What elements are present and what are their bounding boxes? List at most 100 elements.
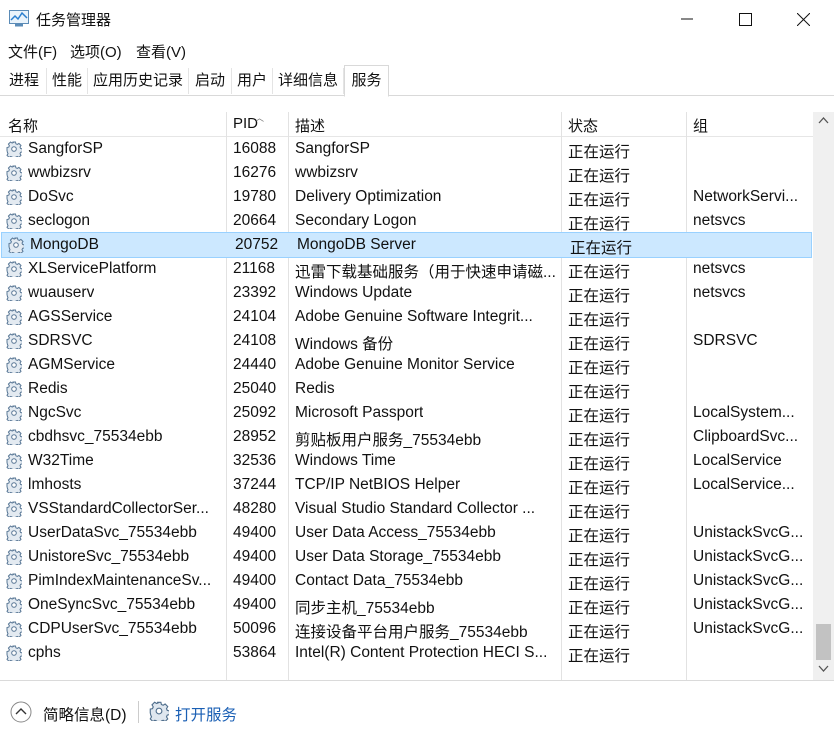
service-pid: 28952 [233,428,277,445]
service-status: 正在运行 [568,264,631,281]
service-gear-icon [6,261,22,277]
service-status: 正在运行 [570,240,633,257]
scroll-up-icon[interactable] [818,116,829,124]
vertical-scrollbar[interactable] [813,112,834,680]
service-row[interactable]: CDPUserSvc_75534ebb 50096 连接设备平台用户服务_75534… [0,617,813,641]
service-pid: 49400 [233,524,277,541]
service-row[interactable]: DoSvc 19780 Delivery Optimization 正在运行 Netwo… [0,185,813,209]
service-row[interactable]: NgcSvc 25092 Microsoft Passport 正在运行 LocalSy… [0,401,813,425]
service-row[interactable]: SangforSP 16088 SangforSP 正在运行 [0,137,813,161]
service-gear-icon [6,645,22,661]
service-group: UnistackSvcG... [693,596,804,613]
service-name: AGSService [28,308,113,325]
service-pid: 50096 [233,620,277,637]
service-name: MongoDB [30,236,99,253]
scrollbar-thumb[interactable] [816,624,831,660]
service-name: CDPUserSvc_75534ebb [28,620,197,637]
service-pid: 32536 [233,452,277,469]
service-group: netsvcs [693,284,746,301]
service-gear-icon [6,213,22,229]
service-row[interactable]: lmhosts 37244 TCP/IP NetBIOS Helper 正在运行 Loc… [0,473,813,497]
maximize-icon [738,12,752,26]
service-pid: 24108 [233,332,277,349]
service-status: 正在运行 [568,168,631,185]
service-description: Microsoft Passport [295,404,424,421]
service-row[interactable]: SDRSVC 24108 Windows 备份 正在运行 SDRSVC [0,329,813,353]
open-services-link[interactable]: 打开服务 [175,703,237,725]
service-status: 正在运行 [568,432,631,449]
tab-services[interactable]: 服务 [344,65,389,97]
window-title: 任务管理器 [36,12,112,29]
task-manager-icon [9,10,29,27]
service-description: Contact Data_75534ebb [295,572,464,589]
menu-options[interactable]: 选项(O) [70,41,122,62]
service-description: wwbizsrv [295,164,358,181]
service-gear-icon [6,405,22,421]
service-status: 正在运行 [568,624,631,641]
close-button[interactable] [774,0,832,38]
tab-processes[interactable]: 进程 [2,68,47,94]
service-name: W32Time [28,452,94,469]
service-status: 正在运行 [568,576,631,593]
tab-startup[interactable]: 启动 [189,68,232,94]
column-header-description[interactable]: 描述 [295,115,325,136]
service-group: netsvcs [693,260,746,277]
service-gear-icon [6,189,22,205]
menu-view[interactable]: 查看(V) [136,41,186,62]
service-status: 正在运行 [568,456,631,473]
column-header-status[interactable]: 状态 [568,115,598,136]
column-header-name[interactable]: 名称 [8,115,38,136]
service-gear-icon [6,501,22,517]
column-header-group[interactable]: 组 [693,115,708,136]
service-row[interactable]: Redis 25040 Redis 正在运行 [0,377,813,401]
service-row[interactable]: cbdhsvc_75534ebb 28952 剪贴板用户服务_75534ebb 正在运… [0,425,813,449]
maximize-button[interactable] [716,0,774,38]
service-row[interactable]: W32Time 32536 Windows Time 正在运行 LocalService [0,449,813,473]
service-description: Visual Studio Standard Collector ... [295,500,536,517]
service-status: 正在运行 [568,504,631,521]
service-row[interactable]: PimIndexMaintenanceSv... 49400 Contact Dat… [0,569,813,593]
service-description: Adobe Genuine Software Integrit... [295,308,533,325]
service-gear-icon [6,285,22,301]
service-row[interactable]: cphs 53864 Intel(R) Content Protection HEC… [0,641,813,665]
service-row[interactable]: XLServicePlatform 21168 迅雷下载基础服务（用于快速申请磁..… [0,257,813,281]
service-name: DoSvc [28,188,74,205]
service-row[interactable]: AGMService 24440 Adobe Genuine Monitor Ser… [0,353,813,377]
service-name: UserDataSvc_75534ebb [28,524,197,541]
service-row[interactable]: UserDataSvc_75534ebb 49400 User Data Acces… [0,521,813,545]
tab-details[interactable]: 详细信息 [273,68,344,94]
service-description: Redis [295,380,335,397]
minimize-button[interactable] [658,0,716,38]
service-name: SDRSVC [28,332,93,349]
service-row[interactable]: wuauserv 23392 Windows Update 正在运行 netsvcs [0,281,813,305]
service-description: Delivery Optimization [295,188,442,205]
footer-divider [138,701,139,723]
table-header: 名称 PID 描述 状态 组 [0,112,813,137]
brief-info-button[interactable]: 简略信息(D) [43,703,127,725]
service-name: OneSyncSvc_75534ebb [28,596,196,613]
service-description: SangforSP [295,140,370,157]
menu-file[interactable]: 文件(F) [8,41,57,62]
service-row[interactable]: seclogon 20664 Secondary Logon 正在运行 netsvcs [0,209,813,233]
service-row[interactable]: MongoDB 20752 MongoDB Server 正在运行 [1,232,812,258]
service-name: XLServicePlatform [28,260,157,277]
service-row[interactable]: VSStandardCollectorSer... 48280 Visual Stu… [0,497,813,521]
service-status: 正在运行 [568,288,631,305]
tab-app-history[interactable]: 应用历史记录 [88,68,189,94]
service-group: LocalService [693,452,782,469]
service-row[interactable]: AGSService 24104 Adobe Genuine Software In… [0,305,813,329]
service-status: 正在运行 [568,192,631,209]
service-row[interactable]: UnistoreSvc_75534ebb 49400 User Data Stora… [0,545,813,569]
service-name: VSStandardCollectorSer... [28,500,209,517]
tab-users[interactable]: 用户 [232,68,273,94]
tab-performance[interactable]: 性能 [47,68,88,94]
close-icon [796,12,810,26]
service-pid: 49400 [233,596,277,613]
collapse-up-icon[interactable] [10,701,32,723]
scroll-down-icon[interactable] [818,665,829,673]
service-description: TCP/IP NetBIOS Helper [295,476,461,493]
service-row[interactable]: wwbizsrv 16276 wwbizsrv 正在运行 [0,161,813,185]
service-name: AGMService [28,356,115,373]
service-group: SDRSVC [693,332,758,349]
service-row[interactable]: OneSyncSvc_75534ebb 49400 同步主机_75534ebb 正在运… [0,593,813,617]
